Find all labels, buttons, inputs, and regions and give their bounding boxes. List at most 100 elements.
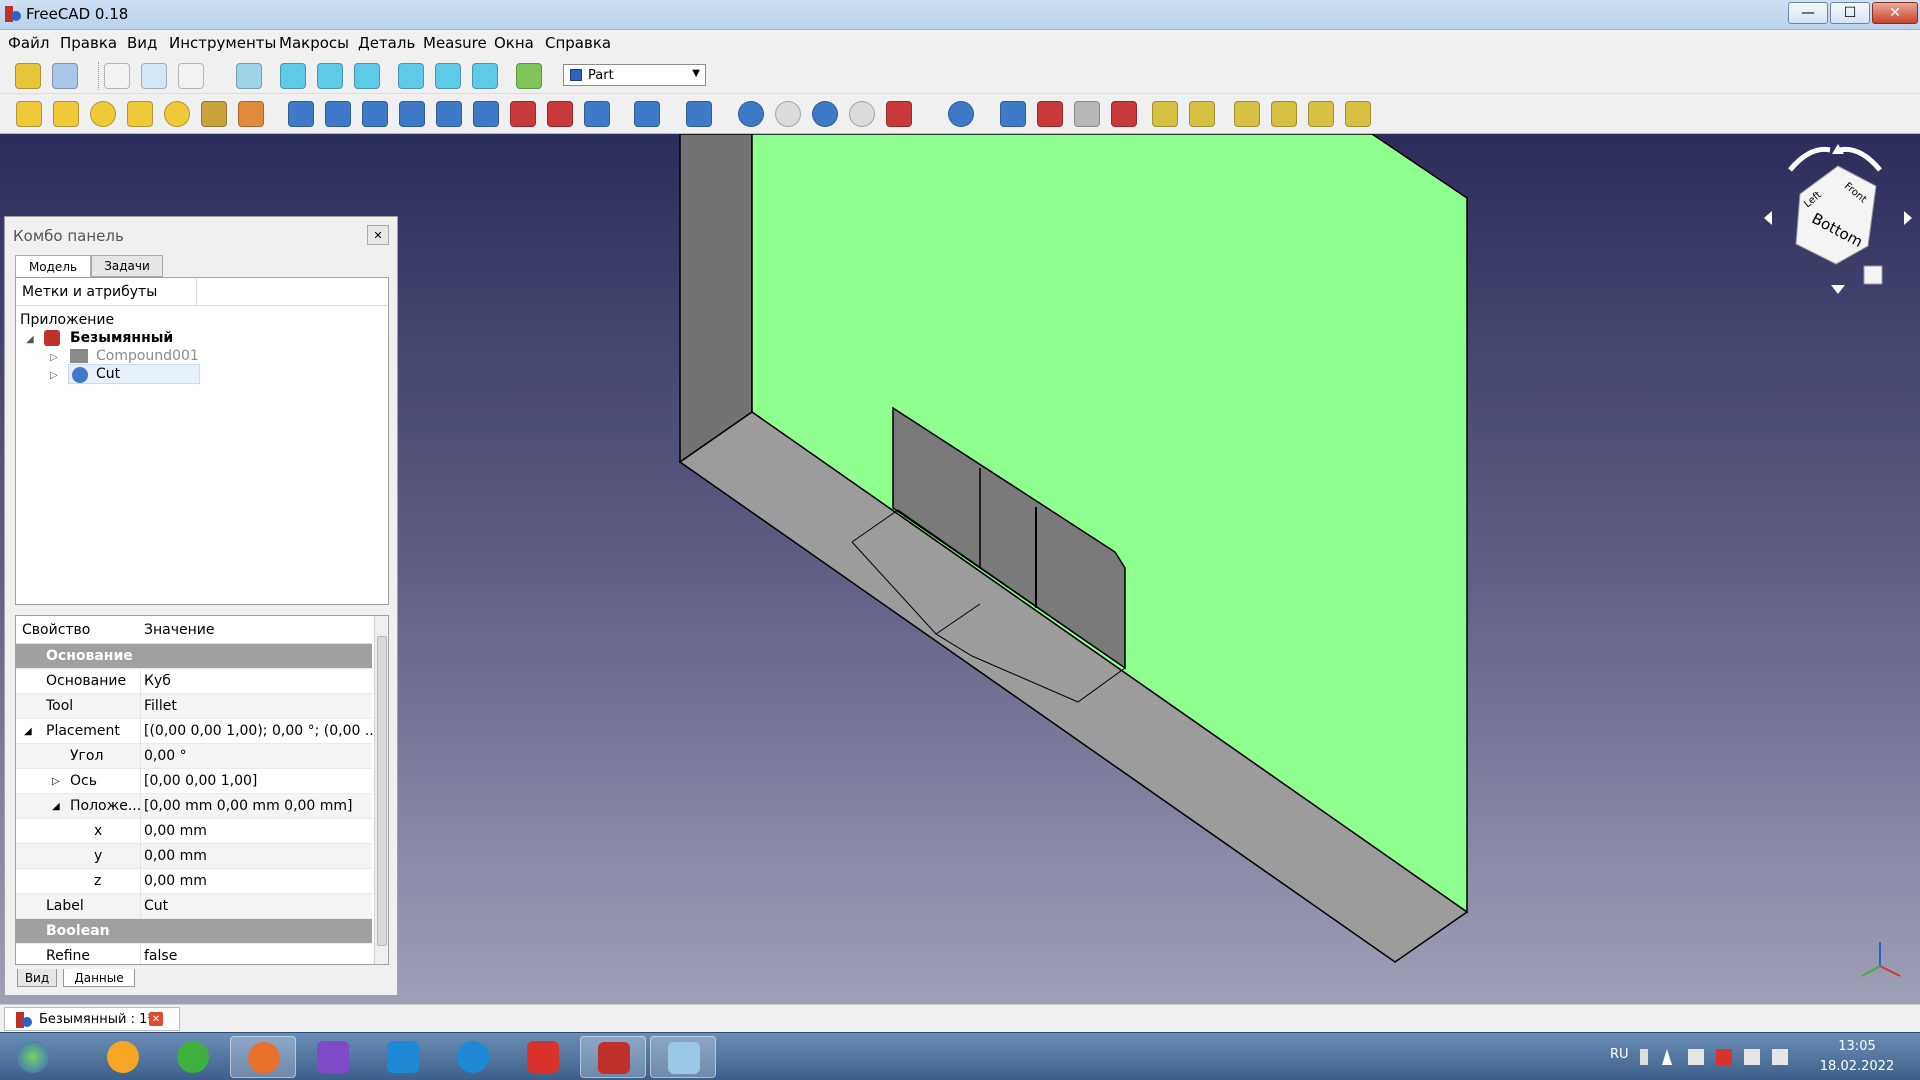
- taskbar-firefox[interactable]: [230, 1036, 296, 1078]
- compound-tools-icon[interactable]: [686, 101, 712, 127]
- measure-toggle-icon[interactable]: [1308, 101, 1334, 127]
- measure-clear-icon[interactable]: [1271, 101, 1297, 127]
- cylinder-icon[interactable]: [53, 101, 79, 127]
- nav-right-arrow-icon[interactable]: [1904, 211, 1912, 225]
- property-row[interactable]: Label Cut: [16, 894, 372, 919]
- expand-arrow-icon[interactable]: ▷: [50, 370, 58, 381]
- view-isometric-icon[interactable]: [236, 63, 262, 89]
- nav-home-cube-icon[interactable]: [1863, 265, 1883, 285]
- measure-refresh-icon[interactable]: [1234, 101, 1260, 127]
- compound-filter-icon[interactable]: [1000, 101, 1026, 127]
- document-tab[interactable]: Безымянный : 1* ✕: [4, 1007, 180, 1031]
- menu-part[interactable]: Деталь: [358, 34, 415, 52]
- taskbar-ccleaner-c[interactable]: [370, 1036, 436, 1078]
- close-tab-icon[interactable]: ✕: [149, 1012, 163, 1026]
- open-document-icon[interactable]: [52, 63, 78, 89]
- fillet-icon[interactable]: [399, 101, 425, 127]
- taskbar-paint[interactable]: [650, 1036, 716, 1078]
- tray-expand-icon[interactable]: [1662, 1049, 1672, 1065]
- thickness-icon[interactable]: [1037, 101, 1063, 127]
- torus-icon[interactable]: [164, 101, 190, 127]
- menu-file[interactable]: Файл: [8, 34, 49, 52]
- new-document-icon[interactable]: [15, 63, 41, 89]
- navigation-cube[interactable]: Bottom Front Left: [1764, 144, 1912, 294]
- menu-help[interactable]: Справка: [545, 34, 611, 52]
- property-group-boolean[interactable]: Boolean: [16, 919, 372, 944]
- section-icon[interactable]: [634, 101, 660, 127]
- maximize-button[interactable]: ☐: [1830, 2, 1870, 24]
- taskbar-utorrent[interactable]: [160, 1036, 226, 1078]
- loft-icon[interactable]: [547, 101, 573, 127]
- property-row[interactable]: ▷ Ось [0,00 0,00 1,00]: [16, 769, 372, 794]
- view-bottom-icon[interactable]: [435, 63, 461, 89]
- property-row[interactable]: y 0,00 mm: [16, 844, 372, 869]
- combo-close-button[interactable]: ✕: [367, 225, 389, 245]
- property-row[interactable]: Угол 0,00 °: [16, 744, 372, 769]
- taskbar-visual-studio[interactable]: [300, 1036, 366, 1078]
- mirror-icon[interactable]: [362, 101, 388, 127]
- fuse-icon[interactable]: [812, 101, 838, 127]
- extrude-icon[interactable]: [288, 101, 314, 127]
- rotate-right-arrow-icon[interactable]: [1839, 146, 1882, 172]
- property-row[interactable]: x 0,00 mm: [16, 819, 372, 844]
- view-rear-icon[interactable]: [398, 63, 424, 89]
- menu-macros[interactable]: Макросы: [279, 34, 349, 52]
- menu-tools[interactable]: Инструменты: [169, 34, 276, 52]
- expand-arrow-icon[interactable]: ▷: [52, 776, 60, 787]
- revolve-icon[interactable]: [325, 101, 351, 127]
- tree-item-compound001[interactable]: Compound001: [96, 348, 199, 364]
- make-face-icon[interactable]: [473, 101, 499, 127]
- join-features-icon[interactable]: [886, 101, 912, 127]
- network-icon[interactable]: [1744, 1049, 1760, 1065]
- property-group-base[interactable]: Основание: [16, 644, 372, 669]
- menu-view[interactable]: Вид: [127, 34, 157, 52]
- primitives-icon[interactable]: [238, 101, 264, 127]
- language-indicator[interactable]: RU: [1610, 1047, 1629, 1062]
- projection-icon[interactable]: [1074, 101, 1100, 127]
- nav-left-arrow-icon[interactable]: [1764, 211, 1772, 225]
- tube-icon[interactable]: [201, 101, 227, 127]
- draw-style-icon[interactable]: [178, 63, 204, 89]
- rotate-left-arrow-icon[interactable]: [1788, 146, 1831, 172]
- collapse-arrow-icon[interactable]: ◢: [24, 726, 32, 737]
- collapse-arrow-icon[interactable]: ◢: [52, 801, 60, 812]
- ruled-surface-icon[interactable]: [510, 101, 536, 127]
- volume-icon[interactable]: [1772, 1049, 1788, 1065]
- property-scrollbar[interactable]: [374, 616, 388, 964]
- menu-edit[interactable]: Правка: [60, 34, 117, 52]
- fit-all-icon[interactable]: [104, 63, 130, 89]
- split-tools-icon[interactable]: [948, 101, 974, 127]
- tab-model[interactable]: Модель: [15, 255, 91, 277]
- tab-data[interactable]: Данные: [63, 969, 135, 987]
- chamfer-icon[interactable]: [436, 101, 462, 127]
- cross-sections-icon[interactable]: [1111, 101, 1137, 127]
- common-icon[interactable]: [849, 101, 875, 127]
- cone-icon[interactable]: [127, 101, 153, 127]
- menu-windows[interactable]: Окна: [494, 34, 534, 52]
- scrollbar-thumb[interactable]: [377, 636, 387, 946]
- clock-date[interactable]: 18.02.2022: [1812, 1059, 1902, 1074]
- measure-3d-icon[interactable]: [1345, 101, 1371, 127]
- taskbar-adobe-reader[interactable]: [510, 1036, 576, 1078]
- taskbar-ccleaner[interactable]: [440, 1036, 506, 1078]
- view-top-icon[interactable]: [317, 63, 343, 89]
- property-row[interactable]: z 0,00 mm: [16, 869, 372, 894]
- property-row[interactable]: ◢ Placement [(0,00 0,00 1,00); 0,00 °; (…: [16, 719, 378, 744]
- taskbar-aimp[interactable]: [90, 1036, 156, 1078]
- taskbar-freecad[interactable]: [580, 1036, 646, 1078]
- boolean-icon[interactable]: [738, 101, 764, 127]
- workbench-select[interactable]: Part ▼: [563, 64, 706, 86]
- measure-distance-icon[interactable]: [516, 63, 542, 89]
- tree-item-cut[interactable]: Cut: [96, 366, 120, 382]
- action-center-flag-icon[interactable]: [1688, 1049, 1704, 1065]
- close-button[interactable]: ✕: [1872, 2, 1918, 24]
- start-button[interactable]: [0, 1036, 66, 1078]
- property-row[interactable]: ◢ Положе... [0,00 mm 0,00 mm 0,00 mm]: [16, 794, 372, 819]
- menu-measure[interactable]: Measure: [423, 34, 487, 52]
- nav-down-arrow-icon[interactable]: [1831, 285, 1845, 294]
- minimize-button[interactable]: —: [1788, 2, 1828, 24]
- expand-arrow-icon[interactable]: ▷: [50, 352, 58, 363]
- property-row[interactable]: Tool Fillet: [16, 694, 372, 719]
- property-row[interactable]: Refine false: [16, 944, 372, 964]
- clock-time[interactable]: 13:05: [1820, 1039, 1894, 1054]
